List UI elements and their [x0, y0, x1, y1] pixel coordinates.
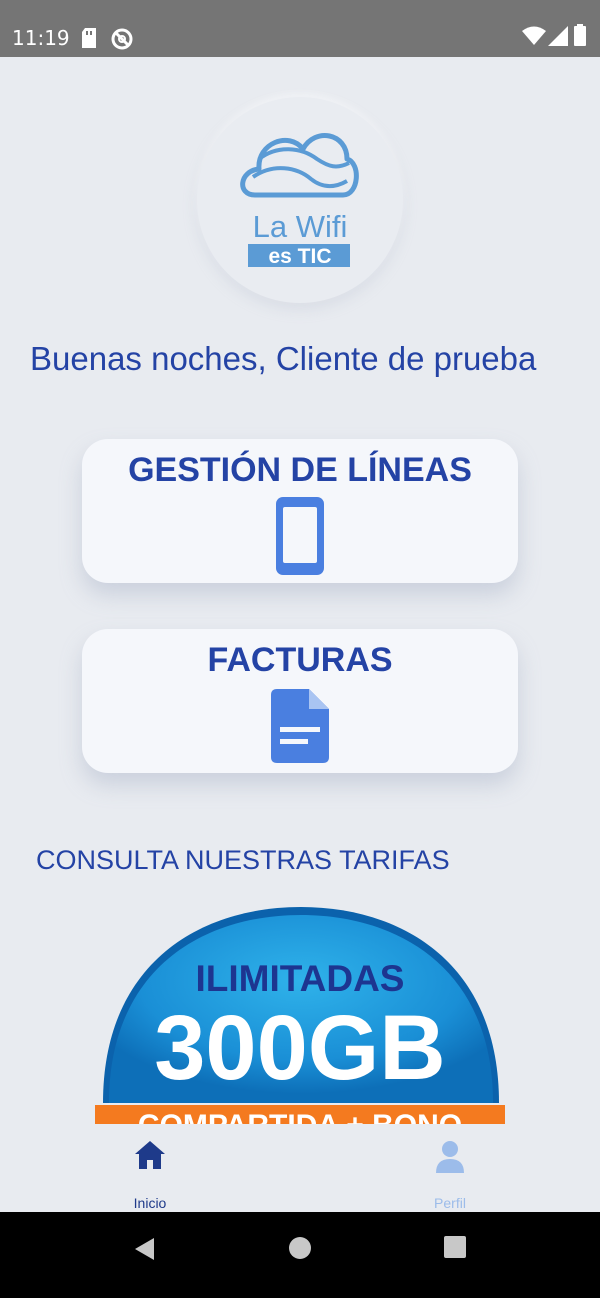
smartphone-icon — [274, 495, 326, 582]
status-bar: 11:19 — [0, 0, 600, 57]
nav-profile-tab[interactable]: Perfil — [390, 1124, 510, 1212]
document-icon — [271, 689, 329, 768]
recents-icon[interactable] — [444, 1236, 466, 1263]
cloud-logo-icon: La Wifi es TIC — [240, 133, 359, 268]
lines-management-label: GESTIÓN DE LÍNEAS — [128, 451, 472, 489]
banner-shared-text: COMPARTIDA + BONO — [138, 1109, 462, 1124]
brand-logo: La Wifi es TIC — [197, 97, 403, 303]
banner-data-text: 300GB — [154, 997, 446, 1099]
invoices-card[interactable]: FACTURAS — [82, 629, 518, 773]
signal-icon — [548, 26, 568, 51]
home-circle-icon[interactable] — [288, 1236, 312, 1265]
battery-icon — [574, 24, 586, 51]
greeting-text: Buenas noches, Cliente de prueba — [30, 340, 537, 377]
lines-management-card[interactable]: GESTIÓN DE LÍNEAS — [82, 439, 518, 583]
user-icon — [436, 1141, 464, 1173]
bottom-navigation: Inicio Perfil — [0, 1124, 600, 1212]
invoices-label: FACTURAS — [207, 641, 393, 679]
banner-unlimited-text: ILIMITADAS — [196, 958, 405, 999]
home-icon — [135, 1141, 165, 1169]
do-not-disturb-icon — [110, 27, 134, 56]
back-icon[interactable] — [132, 1236, 156, 1267]
app-content: La Wifi es TIC Buenas noches, Cliente de… — [0, 57, 600, 1124]
sd-card-icon — [80, 27, 98, 54]
logo-text-line1: La Wifi — [253, 209, 348, 244]
status-time: 11:19 — [12, 26, 70, 50]
nav-home-tab[interactable]: Inicio — [90, 1124, 210, 1212]
wifi-icon — [522, 26, 546, 51]
system-navigation-bar — [0, 1212, 600, 1298]
logo-text-line2: es TIC — [268, 245, 331, 268]
nav-profile-label: Perfil — [434, 1195, 466, 1211]
tariffs-section-title: CONSULTA NUESTRAS TARIFAS — [36, 845, 450, 875]
tariff-banner[interactable]: ILIMITADAS 300GB COMPARTIDA + BONO — [95, 903, 507, 1124]
nav-home-label: Inicio — [133, 1195, 167, 1211]
